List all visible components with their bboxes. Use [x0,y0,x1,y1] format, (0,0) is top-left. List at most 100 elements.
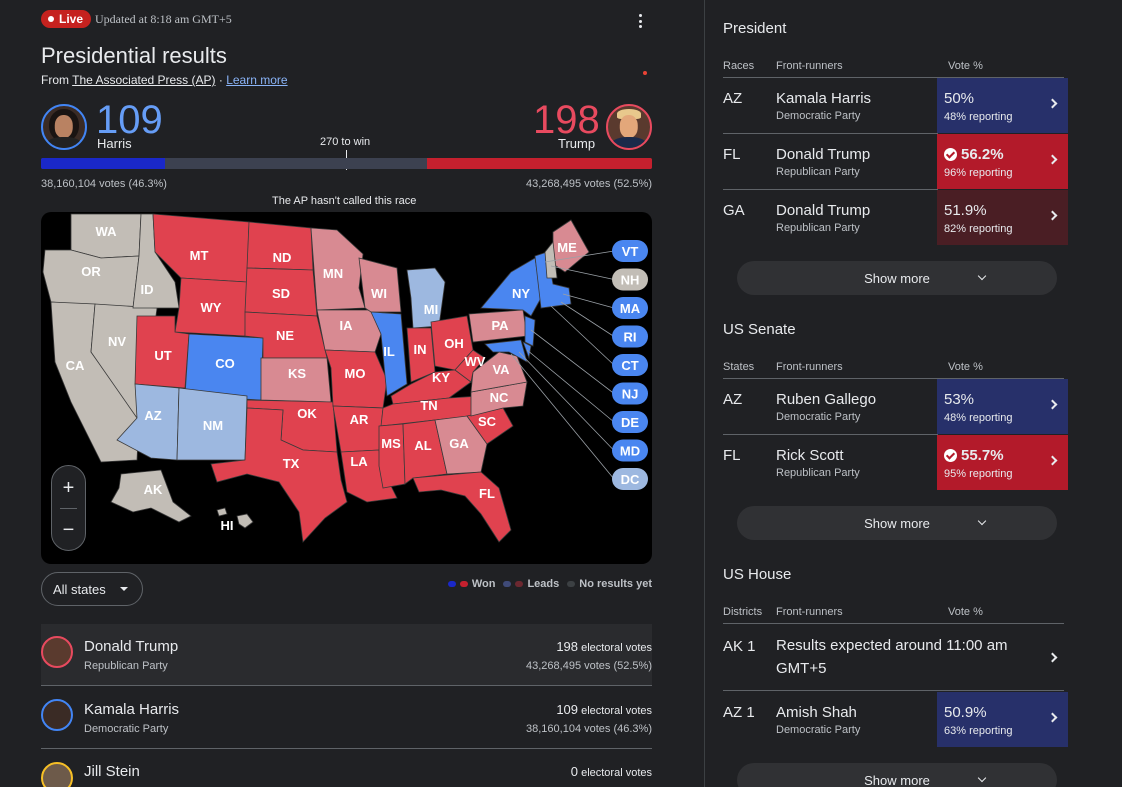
candidate-row[interactable]: Donald Trump Republican Party 198 electo… [41,624,652,686]
trump-avatar-small [41,636,73,668]
harris-name: Harris [97,136,132,151]
bubble-label-vt: VT [622,244,639,259]
candidate-popular-votes: 38,160,104 votes (46.3%) [526,723,652,735]
show-more-label: Show more [864,515,930,531]
state-label-ia: IA [340,318,354,333]
state-label-ga: GA [449,436,469,451]
state-label-nm: NM [203,418,223,433]
notification-dot [643,71,647,75]
map-svg[interactable]: VT NH MA RI CT NJ DE MD DC WA OR CA NV ID MT WY UT AZ CO N… [41,212,652,564]
chevron-right-icon[interactable] [1047,455,1058,466]
more-options-icon[interactable] [632,11,648,31]
race-row[interactable]: AZ 1 Amish Shah Democratic Party 50.9% 6… [723,692,1068,748]
front-runner-name: Donald Trump [776,146,871,163]
candidate-row[interactable]: Kamala Harris Democratic Party 109 elect… [41,687,652,749]
small-state-bubbles[interactable]: VT NH MA RI CT NJ DE MD DC [612,240,648,490]
house-show-more-button[interactable]: Show more [737,763,1057,787]
state-label-wa: WA [96,224,118,239]
col-states: States [723,361,755,373]
state-label-mn: MN [323,266,343,281]
connector-ct [550,305,615,366]
vote-pct: 50% [944,90,975,107]
bubble-label-ct: CT [621,358,638,373]
state-label-wv: WV [465,354,486,369]
live-badge: Live [41,10,92,28]
chevron-right-icon[interactable] [1047,712,1058,723]
state-ms[interactable] [378,423,406,489]
state-label-wi: WI [371,286,387,301]
state-nj[interactable] [524,315,536,347]
trump-avatar [606,104,652,150]
state-fl[interactable] [412,471,512,543]
dropdown-caret-icon [119,587,128,591]
state-wi[interactable] [358,257,402,313]
col-vote-pct: Vote % [948,606,983,618]
rep-won-swatch [459,581,468,587]
president-section-title: President [723,20,787,37]
state-label-mo: MO [345,366,366,381]
connector-nj [530,329,615,394]
state-label-ar: AR [350,412,369,427]
to-win-label: 270 to win [320,136,371,148]
front-runner-party: Democratic Party [776,724,861,736]
front-runner-party: Republican Party [776,166,860,178]
vote-pct: 50.9% [944,704,987,721]
race-row[interactable]: AZ Ruben Gallego Democratic Party 53% 48… [723,379,1068,435]
front-runner-name: Rick Scott [776,447,844,464]
race-row[interactable]: GA Donald Trump Republican Party 51.9% 8… [723,190,1068,246]
president-show-more-button[interactable]: Show more [737,261,1057,295]
col-vote-pct: Vote % [948,60,983,72]
bubble-label-de: DE [621,415,639,430]
reporting: 96% reporting [944,167,1013,179]
state-label-il: IL [383,344,395,359]
connector-dc [510,353,615,480]
race-code: FL [723,447,741,464]
trump-popular-votes: 43,268,495 votes (52.5%) [526,178,652,190]
race-row[interactable]: AZ Kamala Harris Democratic Party 50% 48… [723,78,1068,134]
chevron-right-icon[interactable] [1047,652,1058,663]
show-more-label: Show more [864,772,930,787]
race-row[interactable]: FL Rick Scott Republican Party 55.7% 95%… [723,435,1068,491]
bubble-label-nh: NH [621,273,640,288]
candidate-row[interactable]: Jill Stein 0 electoral votes [41,750,652,787]
trump-name: Trump [558,136,596,151]
chevron-right-icon[interactable] [1047,98,1058,109]
state-label-nv: NV [108,334,126,349]
results-panel: Live Updated at 8:18 am GMT+5 Presidenti… [0,0,704,787]
bubble-label-md: MD [620,444,640,459]
candidate-electoral-votes: 198 electoral votes [556,639,652,654]
zoom-out-button[interactable]: − [52,510,85,550]
show-more-label: Show more [864,270,930,286]
races-panel: President Races Front-runners Vote % AZ … [705,0,1122,787]
live-dot-icon [48,16,54,22]
states-filter-dropdown[interactable]: All states [41,572,143,606]
race-row[interactable]: AK 1 Results expected around 11:00 am GM… [723,624,1068,690]
state-label-hi: HI [221,518,234,533]
candidate-name: Donald Trump [84,638,179,655]
senate-show-more-button[interactable]: Show more [737,506,1057,540]
legend-leads: Leads [527,578,560,590]
vote-cell: 51.9% 82% reporting [937,190,1068,245]
front-runner-name: Amish Shah [776,704,857,721]
ap-link[interactable]: The Associated Press (AP) [72,73,215,87]
state-mi[interactable] [406,267,446,329]
harris-popular-votes: 38,160,104 votes (46.3%) [41,178,167,190]
chevron-right-icon[interactable] [1047,210,1058,221]
rep-won-fill [427,158,652,169]
state-label-me: ME [557,240,577,255]
zoom-in-button[interactable]: + [52,468,85,508]
state-label-ny: NY [512,286,530,301]
chevron-right-icon[interactable] [1047,154,1058,165]
state-or[interactable] [42,249,140,309]
source-prefix: From [41,73,73,87]
bubble-label-dc: DC [621,472,640,487]
senate-section-title: US Senate [723,321,796,338]
us-results-map[interactable]: VT NH MA RI CT NJ DE MD DC WA OR CA NV ID MT WY UT AZ CO N… [41,212,652,564]
harris-avatar [41,104,87,150]
chevron-right-icon[interactable] [1047,399,1058,410]
race-code: GA [723,202,745,219]
dem-won-swatch [447,581,456,587]
state-label-ok: OK [297,406,317,421]
learn-more-link[interactable]: Learn more [226,73,287,87]
race-row[interactable]: FL Donald Trump Republican Party 56.2% 9… [723,134,1068,190]
